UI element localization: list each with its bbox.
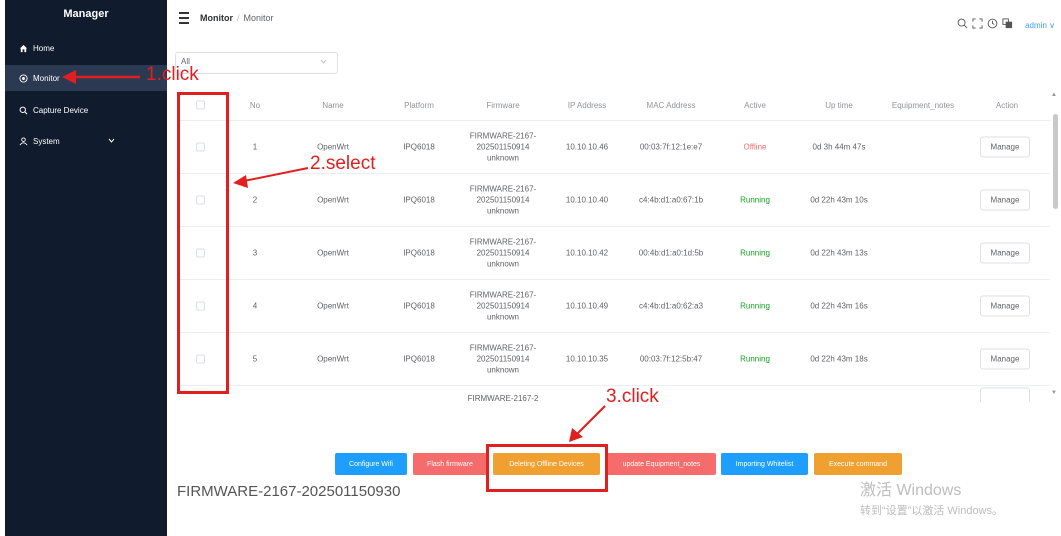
annotation-step3: 3.click xyxy=(606,386,659,407)
annotation-step1: 1.click xyxy=(146,64,199,85)
annotation-step2: 2.select xyxy=(310,153,376,174)
